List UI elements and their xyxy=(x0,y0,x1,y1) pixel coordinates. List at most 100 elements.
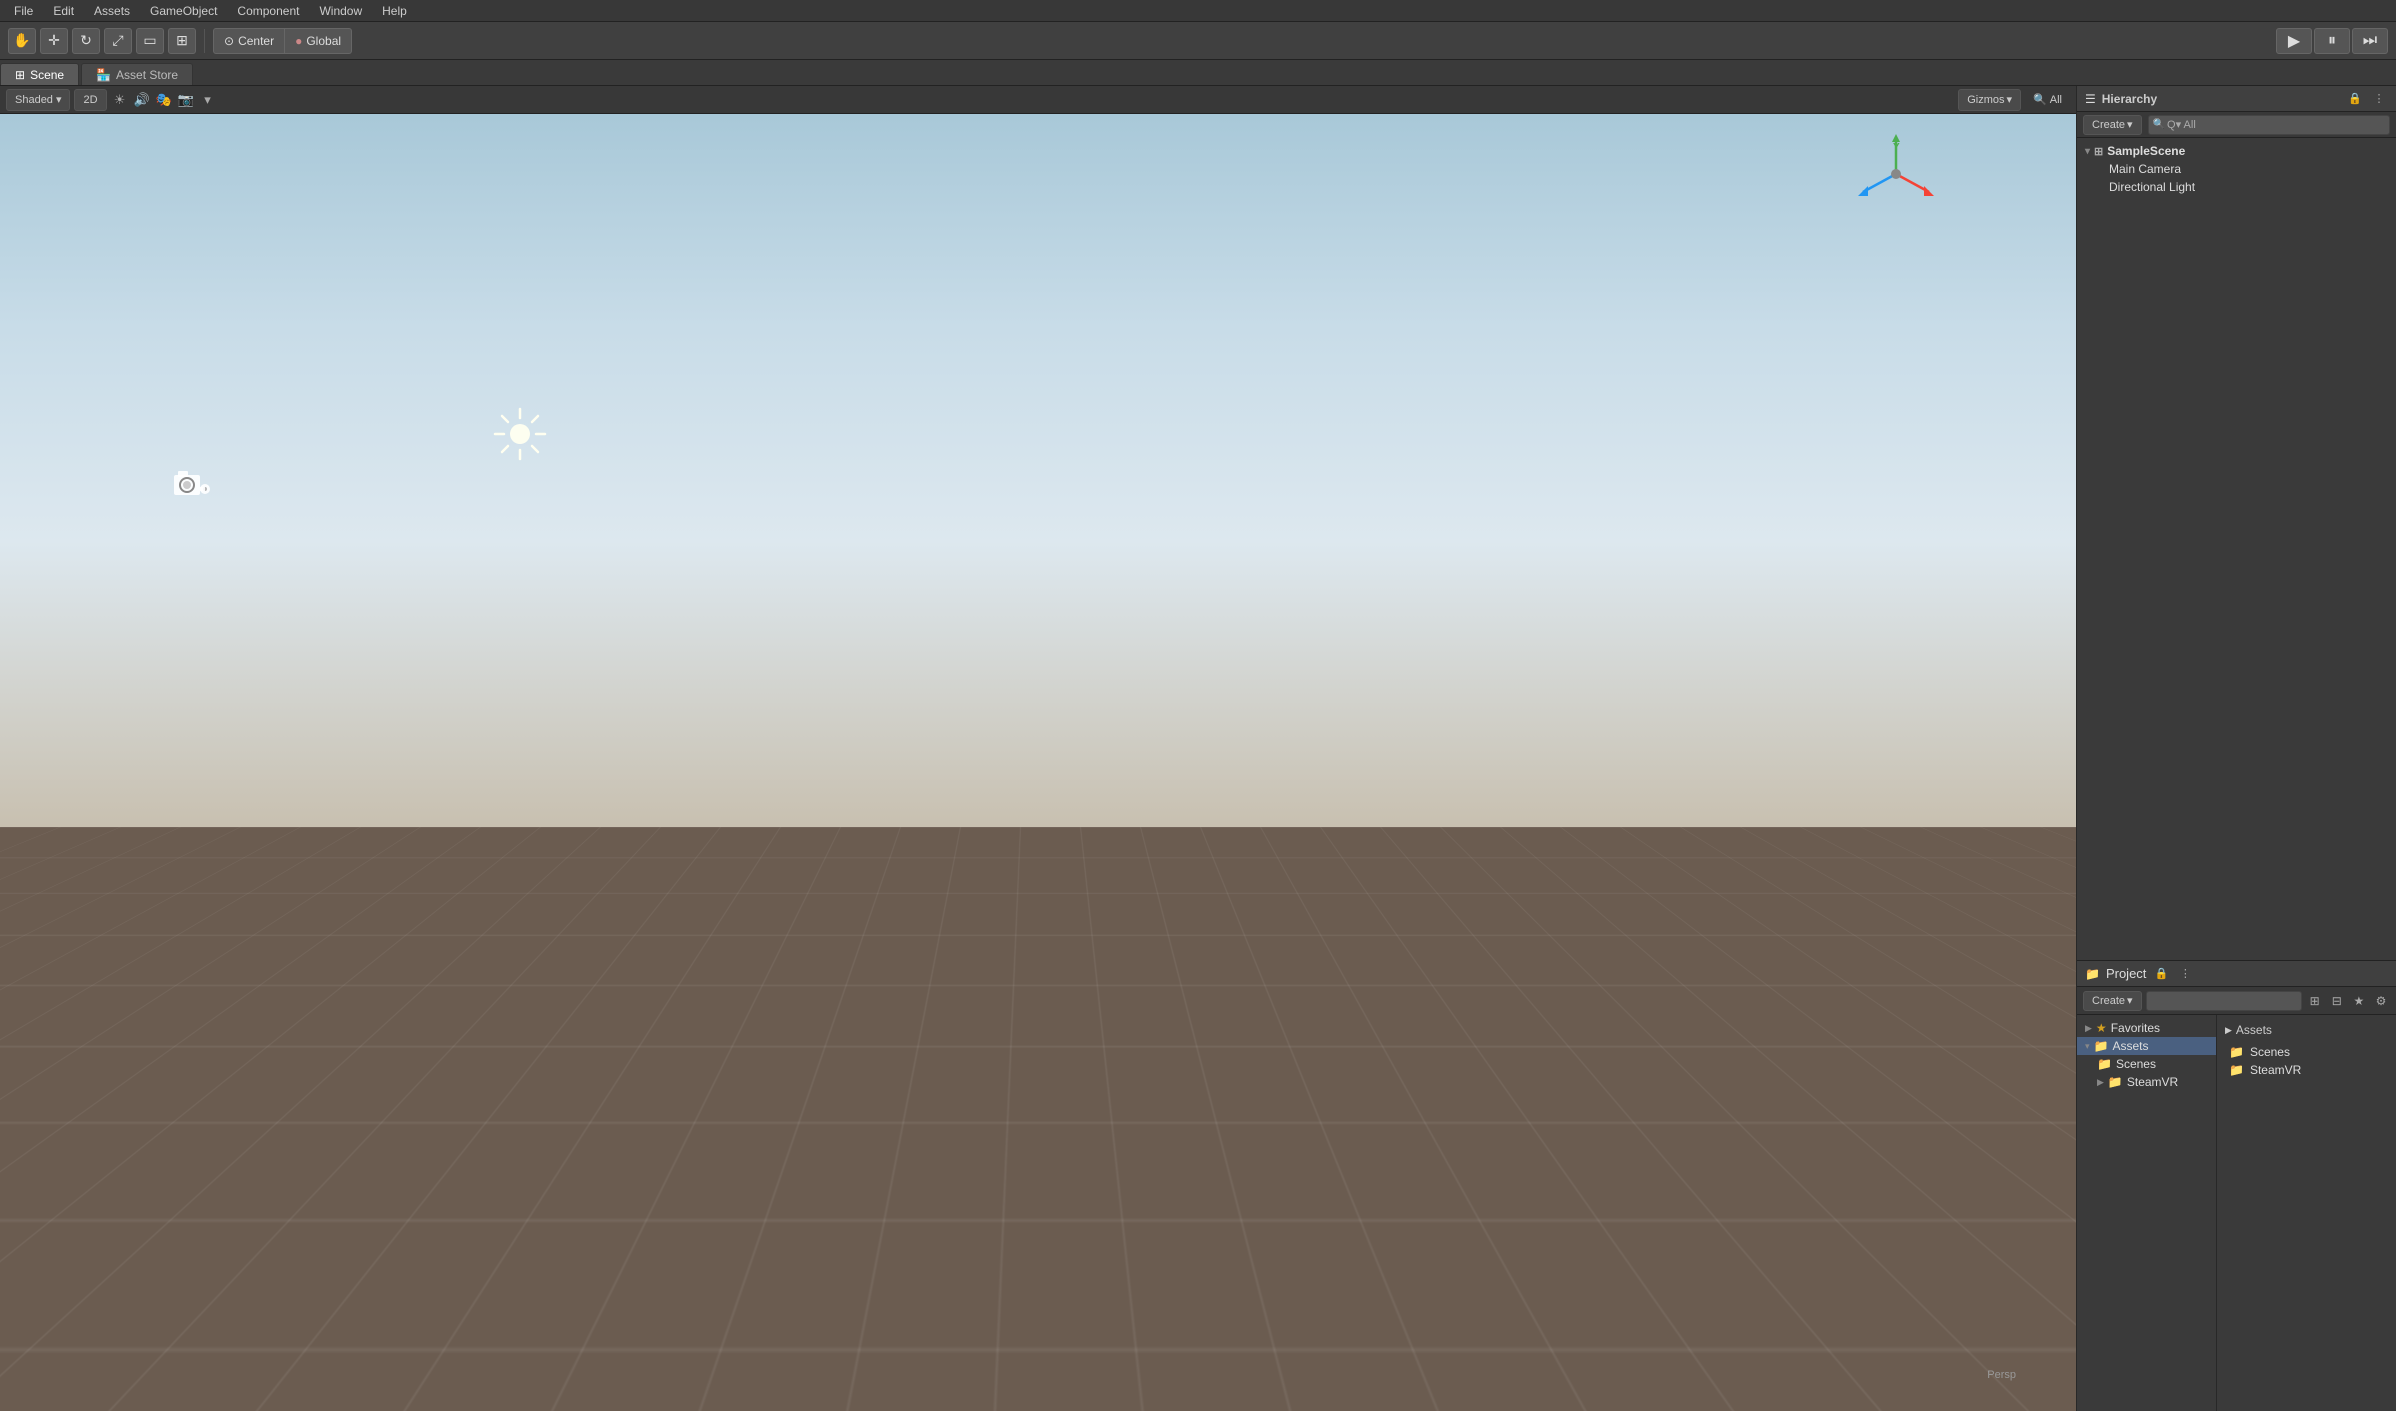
svg-text:Y: Y xyxy=(1893,142,1900,153)
tab-asset-store[interactable]: 🏪 Asset Store xyxy=(81,63,193,85)
2d-button[interactable]: 2D xyxy=(74,89,106,111)
hierarchy-scene-item[interactable]: ▾ ⊞ SampleScene xyxy=(2077,142,2396,160)
asset-store-tab-icon: 🏪 xyxy=(96,68,111,82)
move-tool-button[interactable]: ✛ xyxy=(40,28,68,54)
project-settings-btn[interactable]: ⚙ xyxy=(2372,991,2390,1011)
project-left-panel: ▶ ★ Favorites ▾ 📁 Assets 📁 Scenes ▶ xyxy=(2077,1015,2217,1411)
pivot-mode-group: ⊙ Center ● Global xyxy=(213,28,352,54)
project-panel: 📁 Project 🔒 ⋮ Create ▾ ⊞ ⊟ ★ ⚙ xyxy=(2077,961,2396,1411)
project-view-btn2[interactable]: ⊟ xyxy=(2328,991,2346,1011)
scene-gizmo[interactable]: Y xyxy=(1856,134,1936,214)
assets-right-expand-icon: ▶ xyxy=(2225,1025,2232,1036)
tab-scene[interactable]: ⊞ Scene xyxy=(0,63,79,85)
project-view-btn1[interactable]: ⊞ xyxy=(2306,991,2324,1011)
favorites-expand-icon: ▶ xyxy=(2085,1023,2092,1034)
2d-label: 2D xyxy=(83,94,97,106)
main-layout: Shaded ▾ 2D ☀ 🔊 🎭 📷 ▾ Gizmos ▾ 🔍 All xyxy=(0,86,2396,1411)
project-right-panel: ▶ Assets 📁 Scenes 📁 SteamVR xyxy=(2217,1015,2396,1411)
all-label: All xyxy=(2050,94,2062,106)
rotate-tool-button[interactable]: ↻ xyxy=(72,28,100,54)
project-star-btn[interactable]: ★ xyxy=(2350,991,2368,1011)
project-create-label: Create xyxy=(2092,995,2125,1007)
hierarchy-lock-icon[interactable]: 🔒 xyxy=(2346,90,2364,108)
directional-light-label: Directional Light xyxy=(2109,180,2195,194)
hierarchy-create-button[interactable]: Create ▾ xyxy=(2083,115,2142,135)
scene-area: Shaded ▾ 2D ☀ 🔊 🎭 📷 ▾ Gizmos ▾ 🔍 All xyxy=(0,86,2076,1411)
hierarchy-create-arrow: ▾ xyxy=(2127,118,2133,131)
project-asset-scenes[interactable]: 📁 Scenes xyxy=(2225,1043,2388,1061)
steamvr-label: SteamVR xyxy=(2127,1075,2178,1089)
directional-light-icon[interactable] xyxy=(490,404,550,477)
scene-tab-label: Scene xyxy=(30,68,64,82)
menu-component[interactable]: Component xyxy=(227,0,309,21)
sky-background xyxy=(0,114,2076,827)
hierarchy-panel: ☰ Hierarchy 🔒 ⋮ Create ▾ 🔍 Q▾ All ▾ ⊞ xyxy=(2077,86,2396,961)
rect-tool-button[interactable]: ▭ xyxy=(136,28,164,54)
menu-gameobject[interactable]: GameObject xyxy=(140,0,227,21)
pause-button[interactable]: ⏸ xyxy=(2314,28,2350,54)
shaded-arrow-icon: ▾ xyxy=(56,93,62,106)
gizmos-arrow-icon: ▾ xyxy=(2007,93,2013,106)
project-assets-item[interactable]: ▾ 📁 Assets xyxy=(2077,1037,2216,1055)
gizmos-button[interactable]: Gizmos ▾ xyxy=(1958,89,2021,111)
assets-folder-icon: 📁 xyxy=(2094,1039,2109,1053)
project-menu-icon[interactable]: ⋮ xyxy=(2176,965,2194,983)
menu-window[interactable]: Window xyxy=(309,0,372,21)
play-controls: ▶ ⏸ ⏭ xyxy=(2276,28,2388,54)
project-icon: 📁 xyxy=(2085,967,2100,981)
hierarchy-title: Hierarchy xyxy=(2102,92,2340,106)
shaded-dropdown[interactable]: Shaded ▾ xyxy=(6,89,70,111)
play-button[interactable]: ▶ xyxy=(2276,28,2312,54)
project-content: ▶ ★ Favorites ▾ 📁 Assets 📁 Scenes ▶ xyxy=(2077,1015,2396,1411)
hierarchy-item-directional-light[interactable]: Directional Light xyxy=(2077,178,2396,196)
hierarchy-icon: ☰ xyxy=(2085,92,2096,106)
gizmos-label: Gizmos xyxy=(1967,94,2004,106)
search-icon: 🔍 xyxy=(2033,93,2047,106)
center-label: Center xyxy=(238,34,274,48)
project-search-input[interactable] xyxy=(2146,991,2302,1011)
gizmo-svg: Y xyxy=(1856,134,1936,214)
assets-label: Assets xyxy=(2112,1039,2148,1053)
scene-viewport[interactable]: Y xyxy=(0,114,2076,1411)
scene-expand-arrow: ▾ xyxy=(2085,146,2090,157)
hierarchy-menu-icon[interactable]: ⋮ xyxy=(2370,90,2388,108)
asset-scenes-label: Scenes xyxy=(2250,1045,2290,1059)
menu-assets[interactable]: Assets xyxy=(84,0,140,21)
hand-tool-button[interactable]: ✋ xyxy=(8,28,36,54)
project-create-button[interactable]: Create ▾ xyxy=(2083,991,2142,1011)
combined-tool-button[interactable]: ⊞ xyxy=(168,28,196,54)
scene-camera-btn[interactable]: 📷 xyxy=(177,91,195,109)
project-lock-icon[interactable]: 🔒 xyxy=(2152,965,2170,983)
project-header: 📁 Project 🔒 ⋮ xyxy=(2077,961,2396,987)
scale-tool-button[interactable]: ⤢ xyxy=(104,28,132,54)
project-toolbar: Create ▾ ⊞ ⊟ ★ ⚙ xyxy=(2077,987,2396,1015)
center-button[interactable]: ⊙ Center xyxy=(214,29,285,53)
project-create-arrow: ▾ xyxy=(2127,994,2133,1007)
audio-toggle[interactable]: 🔊 xyxy=(133,91,151,109)
steamvr-folder-icon: 📁 xyxy=(2108,1075,2123,1089)
global-icon: ● xyxy=(295,34,302,48)
step-button[interactable]: ⏭ xyxy=(2352,28,2388,54)
gizmo-settings[interactable]: ▾ xyxy=(199,91,217,109)
project-favorites-item[interactable]: ▶ ★ Favorites xyxy=(2077,1019,2216,1037)
assets-expand-icon: ▾ xyxy=(2085,1041,2090,1052)
project-steamvr-item[interactable]: ▶ 📁 SteamVR xyxy=(2077,1073,2216,1091)
project-scenes-item[interactable]: 📁 Scenes xyxy=(2077,1055,2216,1073)
main-camera-icon[interactable] xyxy=(172,469,212,509)
hierarchy-item-main-camera[interactable]: Main Camera xyxy=(2077,160,2396,178)
menu-edit[interactable]: Edit xyxy=(43,0,84,21)
lighting-toggle[interactable]: ☀ xyxy=(111,91,129,109)
menu-file[interactable]: File xyxy=(4,0,43,21)
favorites-star-icon: ★ xyxy=(2096,1021,2107,1035)
global-button[interactable]: ● Global xyxy=(285,29,351,53)
all-button[interactable]: 🔍 All xyxy=(2025,89,2070,111)
menu-help[interactable]: Help xyxy=(372,0,417,21)
assets-right-label: Assets xyxy=(2236,1023,2272,1037)
project-asset-steamvr[interactable]: 📁 SteamVR xyxy=(2225,1061,2388,1079)
global-label: Global xyxy=(306,34,341,48)
fx-toggle[interactable]: 🎭 xyxy=(155,91,173,109)
camera-svg xyxy=(172,469,212,501)
scene-icon: ⊞ xyxy=(2094,145,2103,158)
asset-scenes-folder-icon: 📁 xyxy=(2229,1045,2244,1059)
steamvr-expand-icon: ▶ xyxy=(2097,1077,2104,1088)
